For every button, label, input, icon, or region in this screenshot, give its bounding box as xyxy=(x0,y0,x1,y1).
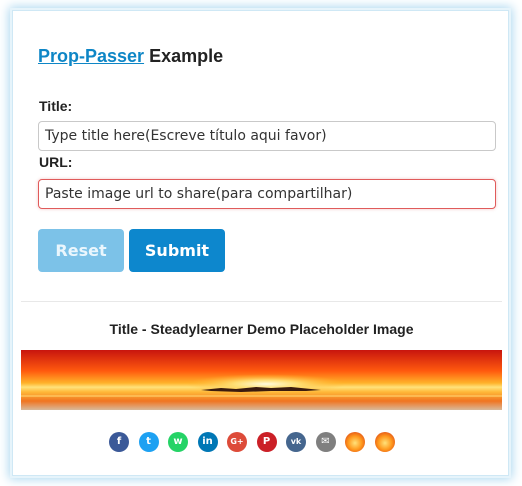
title-label: Title: xyxy=(39,98,73,114)
url-input[interactable]: Paste image url to share(para compartilh… xyxy=(38,179,496,209)
page-title-suffix: Example xyxy=(149,46,224,66)
prop-passer-link[interactable]: Prop-Passer xyxy=(38,46,144,66)
vk-icon[interactable]: vk xyxy=(286,432,306,452)
sunset-icon-1[interactable] xyxy=(345,432,365,452)
share-buttons: f t w in G+ P vk ✉ xyxy=(109,432,395,452)
email-icon[interactable]: ✉ xyxy=(315,432,336,452)
title-input[interactable]: Type title here(Escreve título aqui favo… xyxy=(38,121,496,151)
divider xyxy=(21,301,502,302)
whatsapp-icon[interactable]: w xyxy=(168,432,188,452)
submit-button[interactable]: Submit xyxy=(129,229,225,272)
google-plus-icon[interactable]: G+ xyxy=(227,432,247,452)
reset-button[interactable]: Reset xyxy=(38,229,124,272)
card-title: Title - Steadylearner Demo Placeholder I… xyxy=(109,321,414,337)
twitter-icon[interactable]: t xyxy=(138,432,159,452)
sunset-icon-2[interactable] xyxy=(374,432,395,452)
page-title: Prop-Passer Example xyxy=(38,46,223,67)
url-label: URL: xyxy=(39,154,73,170)
linkedin-icon[interactable]: in xyxy=(197,432,218,452)
prop-passer-panel: Prop-Passer Example Title: Type title he… xyxy=(12,10,509,476)
placeholder-image xyxy=(21,350,502,410)
facebook-icon[interactable]: f xyxy=(109,432,129,452)
pinterest-icon[interactable]: P xyxy=(256,432,277,452)
